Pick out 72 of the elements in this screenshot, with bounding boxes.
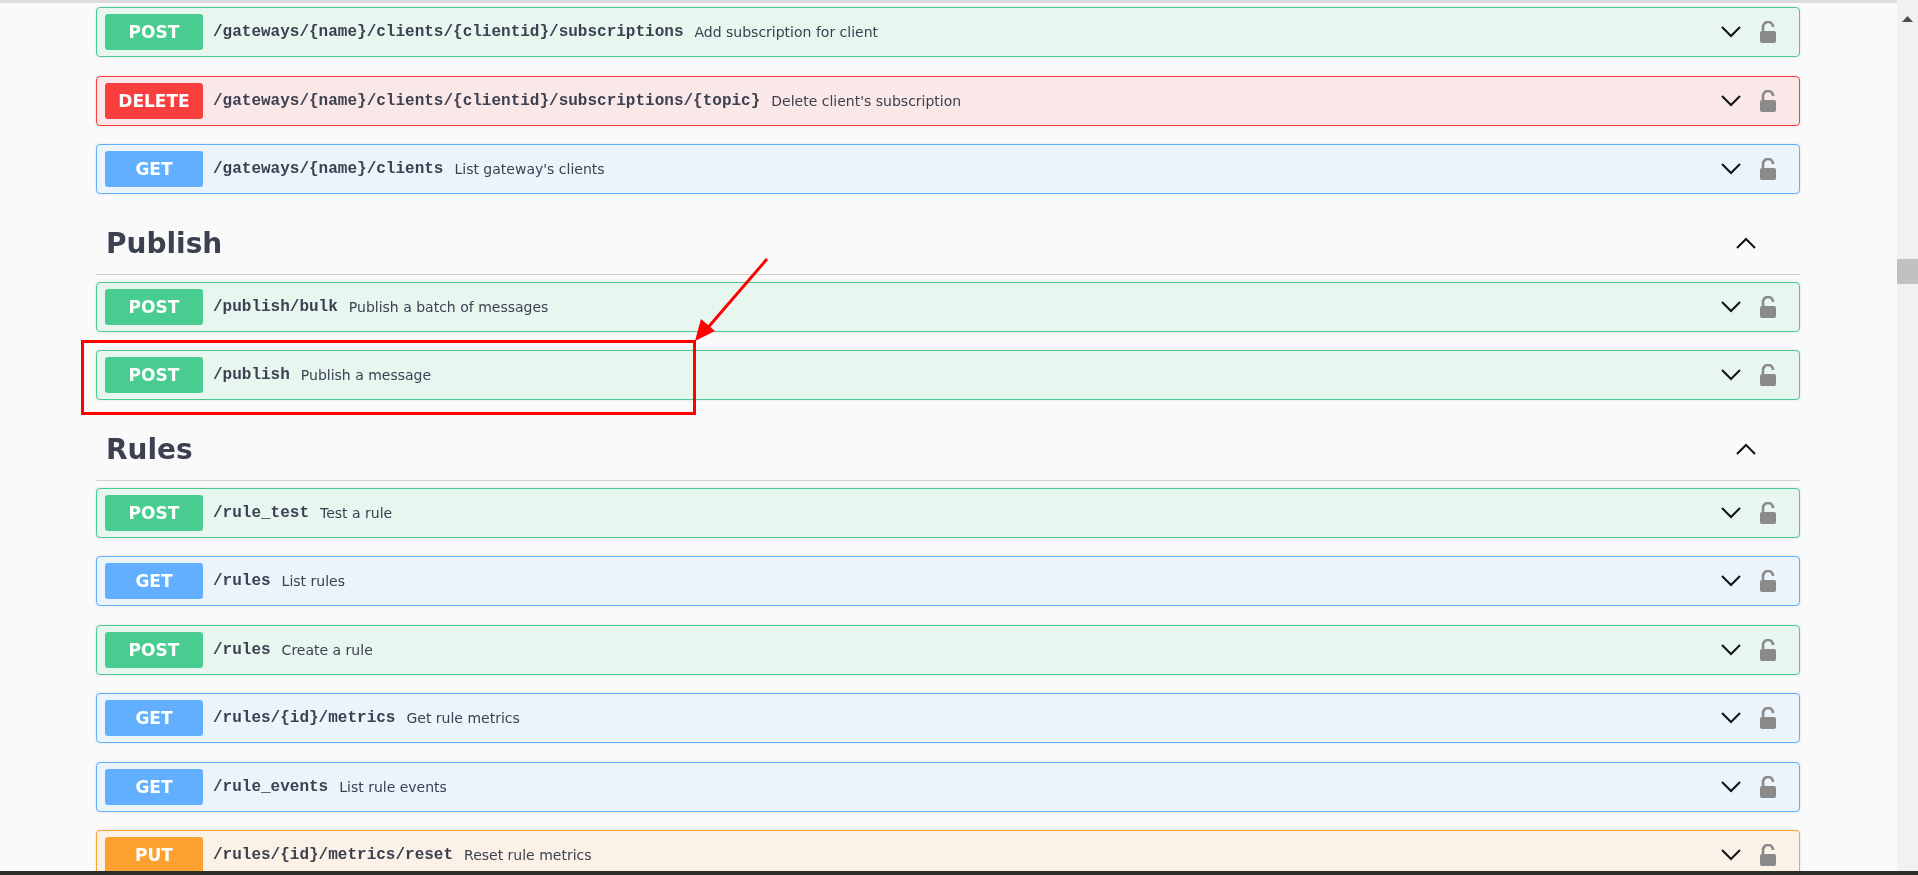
padlock-icon[interactable]	[1759, 844, 1777, 866]
endpoint-path: /rule_test	[213, 503, 309, 522]
chevron-up-icon[interactable]	[1736, 237, 1756, 249]
method-badge: POST	[105, 14, 203, 50]
endpoint-summary: Delete client's subscription	[771, 92, 962, 109]
padlock-icon[interactable]	[1759, 501, 1777, 524]
chevron-down-icon[interactable]	[1721, 26, 1741, 38]
endpoint-path: /rule_events	[213, 777, 329, 796]
endpoint-path: /rules/{id}/metrics	[213, 709, 396, 727]
endpoint-path: /gateways/{name}/clients	[213, 160, 444, 178]
chevron-up-icon[interactable]	[1736, 443, 1756, 455]
operation-row[interactable]: GET /rules List rules	[96, 556, 1800, 606]
endpoint-summary: List rules	[281, 573, 345, 589]
operation-row[interactable]: POST /rule_test Test a rule	[96, 487, 1800, 538]
endpoint-summary: Reset rule metrics	[464, 847, 592, 863]
method-badge: POST	[105, 288, 203, 325]
chevron-down-icon[interactable]	[1721, 712, 1741, 724]
endpoint-summary: Test a rule	[320, 504, 393, 521]
method-badge: POST	[105, 357, 203, 393]
operation-row[interactable]: DELETE /gateways/{name}/clients/{clientid}/subscriptions/{topic} Delete client's subscription	[96, 75, 1800, 126]
padlock-icon[interactable]	[1759, 570, 1777, 592]
chevron-down-icon[interactable]	[1721, 300, 1741, 313]
method-badge: GET	[105, 768, 203, 805]
endpoint-path: /gateways/{name}/clients/{clientid}/subscriptions	[213, 23, 684, 41]
endpoint-path: /publish	[213, 366, 290, 384]
operation-row[interactable]: GET /rules/{id}/metrics Get rule metrics	[96, 693, 1800, 743]
operation-row[interactable]: GET /gateways/{name}/clients List gateway's clients	[96, 144, 1800, 194]
method-badge: GET	[105, 151, 203, 187]
padlock-icon[interactable]	[1759, 707, 1777, 729]
operation-row[interactable]: POST /gateways/{name}/clients/{clientid}/subscriptions Add subscription for client	[96, 7, 1800, 57]
padlock-icon[interactable]	[1759, 364, 1777, 386]
method-badge: DELETE	[105, 82, 203, 119]
scrollbar-thumb[interactable]	[1897, 259, 1918, 284]
endpoint-summary: Get rule metrics	[406, 710, 520, 726]
chevron-down-icon[interactable]	[1721, 369, 1741, 381]
padlock-icon[interactable]	[1759, 638, 1777, 661]
section-title[interactable]: Publish	[106, 226, 223, 260]
endpoint-path: /gateways/{name}/clients/{clientid}/subscriptions/{topic}	[213, 91, 761, 110]
scroll-up-icon[interactable]	[1902, 16, 1913, 22]
method-badge: PUT	[105, 837, 203, 871]
padlock-icon[interactable]	[1759, 295, 1777, 318]
endpoint-path: /rules/{id}/metrics/reset	[213, 846, 454, 864]
method-badge: GET	[105, 700, 203, 736]
operation-row[interactable]: POST /publish/bulk Publish a batch of messages	[96, 281, 1800, 332]
padlock-icon[interactable]	[1759, 89, 1777, 112]
operation-row[interactable]: POST /publish Publish a message	[96, 350, 1800, 400]
padlock-icon[interactable]	[1759, 158, 1777, 180]
chevron-down-icon[interactable]	[1721, 575, 1741, 587]
chevron-down-icon[interactable]	[1721, 780, 1741, 793]
section-title[interactable]: Rules	[106, 432, 193, 466]
method-badge: GET	[105, 563, 203, 599]
endpoint-summary: List rule events	[339, 778, 447, 795]
method-badge: POST	[105, 494, 203, 531]
chevron-down-icon[interactable]	[1721, 506, 1741, 519]
operation-row[interactable]: POST /rules Create a rule	[96, 624, 1800, 675]
operation-row[interactable]: GET /rule_events List rule events	[96, 761, 1800, 812]
padlock-icon[interactable]	[1759, 775, 1777, 798]
chevron-down-icon[interactable]	[1721, 643, 1741, 656]
chevron-down-icon[interactable]	[1721, 849, 1741, 861]
endpoint-summary: List gateway's clients	[454, 161, 605, 177]
endpoint-summary: Add subscription for client	[694, 24, 879, 40]
endpoint-summary: Create a rule	[281, 641, 373, 658]
endpoint-path: /rules	[213, 572, 271, 590]
padlock-icon[interactable]	[1759, 21, 1777, 43]
chevron-down-icon[interactable]	[1721, 94, 1741, 107]
endpoint-summary: Publish a message	[300, 367, 432, 383]
chevron-down-icon[interactable]	[1721, 163, 1741, 175]
operation-row[interactable]: PUT /rules/{id}/metrics/reset Reset rule metrics	[96, 830, 1800, 871]
method-badge: POST	[105, 631, 203, 668]
endpoint-path: /rules	[213, 640, 271, 659]
endpoint-summary: Publish a batch of messages	[348, 298, 549, 315]
endpoint-path: /publish/bulk	[213, 297, 338, 316]
